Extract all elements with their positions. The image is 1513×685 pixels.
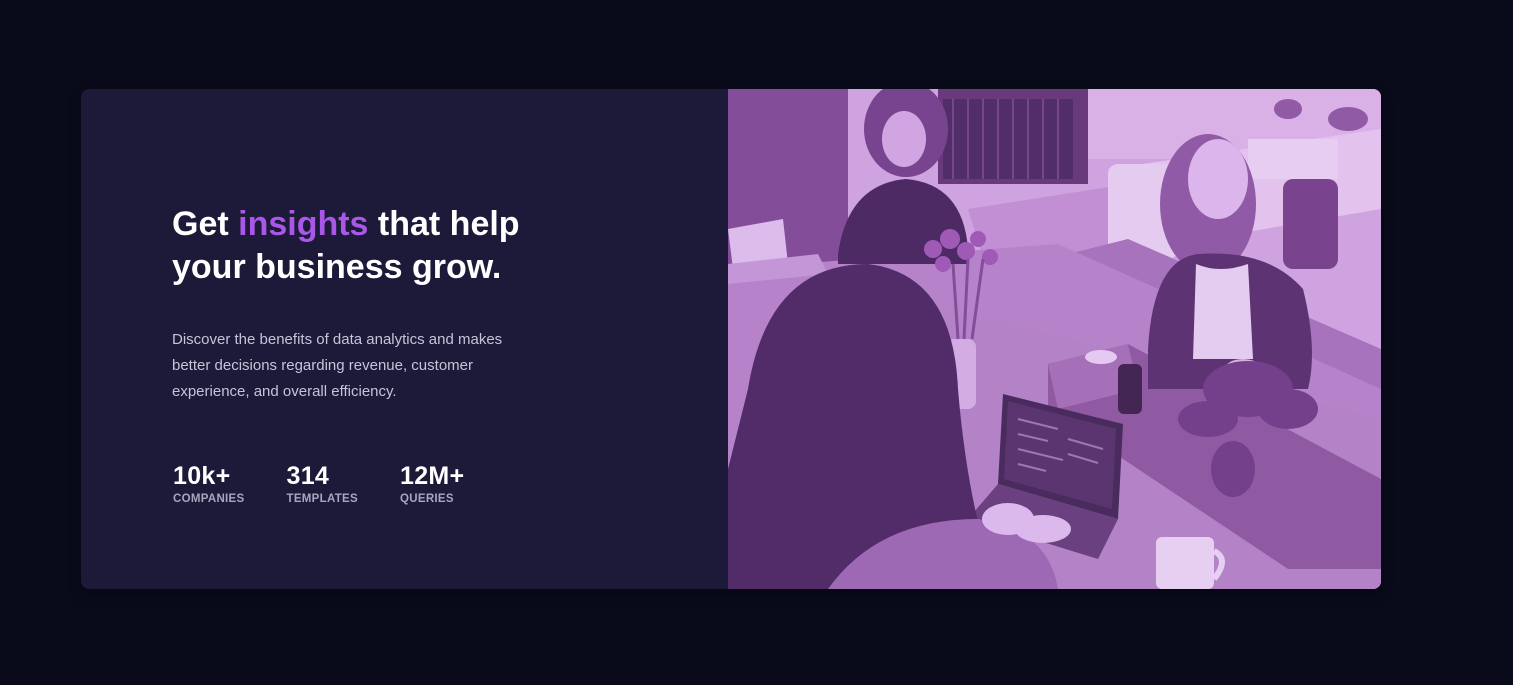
hero-card: Get insights that help your business gro… — [81, 89, 1381, 589]
stat-companies: 10k+ COMPANIES — [173, 463, 245, 505]
hero-headline: Get insights that help your business gro… — [172, 203, 592, 289]
stat-value: 12M+ — [400, 462, 465, 490]
headline-text-start: Get — [172, 205, 239, 243]
headline-accent-word: insights — [238, 205, 369, 243]
stat-label: COMPANIES — [173, 493, 245, 505]
stat-label: TEMPLATES — [286, 493, 358, 505]
stat-label: QUERIES — [400, 493, 454, 505]
stat-queries: 12M+ QUERIES — [400, 463, 464, 505]
office-team-illustration — [728, 89, 1381, 589]
hero-content: Get insights that help your business gro… — [81, 89, 728, 589]
stat-value: 314 — [286, 462, 330, 490]
hero-description: Discover the benefits of data analytics … — [172, 331, 503, 400]
stat-templates: 314 TEMPLATES — [287, 463, 359, 505]
hero-photo — [728, 89, 1381, 589]
stats-row: 10k+ COMPANIES 314 TEMPLATES 12M+ QUERIE… — [173, 463, 506, 505]
stat-value: 10k+ — [173, 462, 231, 490]
